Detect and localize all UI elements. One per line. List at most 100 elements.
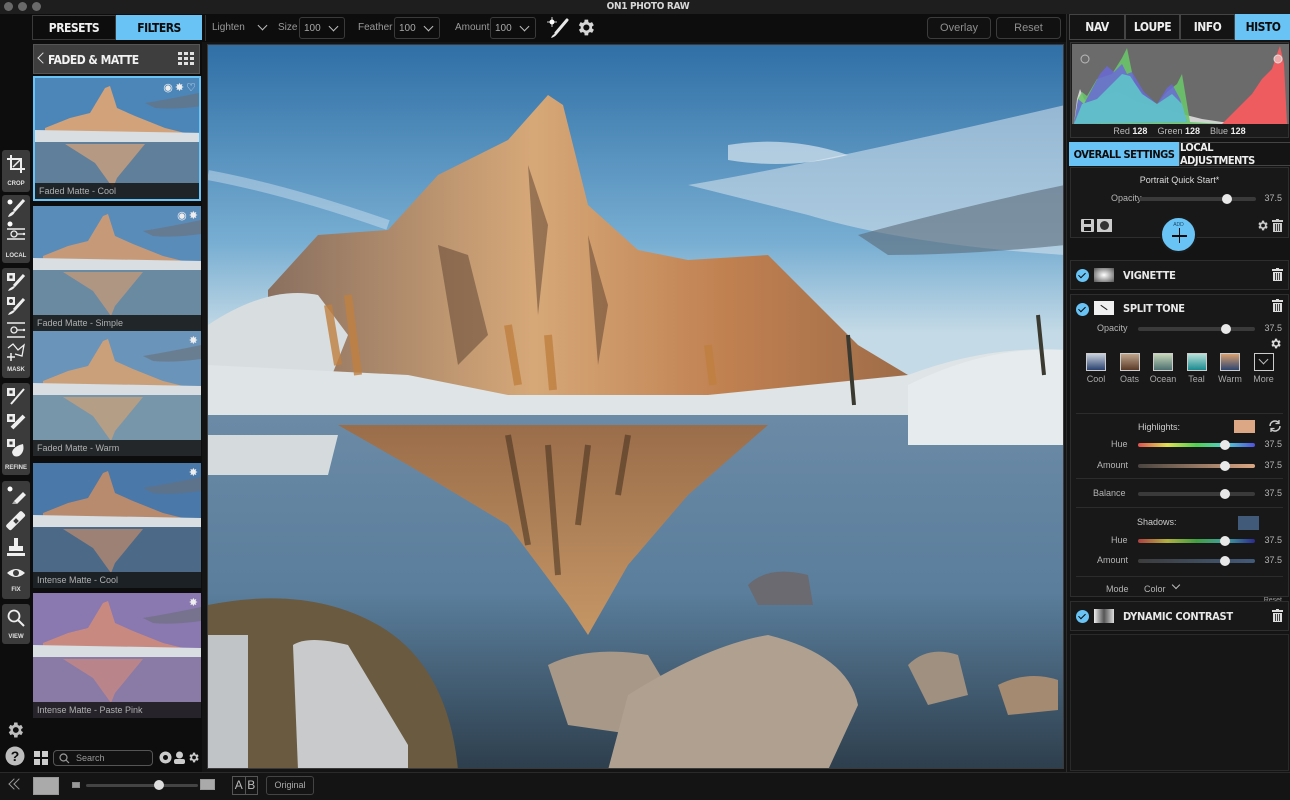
blend-mode-select[interactable]: Lighten (212, 22, 245, 33)
large-thumb-icon (200, 779, 215, 790)
highlights-hue-slider[interactable] (1138, 440, 1255, 450)
tab-overall-settings[interactable]: OVERALL SETTINGS (1069, 142, 1179, 166)
category-header[interactable]: FADED & MATTE (33, 44, 200, 74)
split-tone-preset-oats[interactable] (1119, 353, 1140, 371)
reset-button[interactable]: Reset (996, 17, 1061, 39)
preset-thumbnail[interactable]: ◉ ✸ Faded Matte - Simple (33, 206, 201, 331)
thumbnail-size-slider[interactable] (86, 780, 198, 790)
trash-icon[interactable] (1272, 268, 1283, 281)
tab-presets[interactable]: PRESETS (32, 15, 116, 40)
tab-info[interactable]: INFO (1180, 14, 1235, 40)
zoom-window-button[interactable] (32, 2, 41, 11)
tab-nav[interactable]: NAV (1069, 14, 1125, 40)
split-tone-preset-cool[interactable] (1086, 353, 1106, 371)
chevron-down-icon[interactable] (1171, 580, 1181, 590)
mode-select[interactable]: Color (1144, 584, 1166, 594)
add-filter-button[interactable]: ADD (1160, 216, 1197, 253)
tool-group-refine[interactable]: REFINE (2, 383, 30, 475)
filter-dynamic-contrast[interactable]: DYNAMIC CONTRAST (1070, 601, 1289, 631)
ab-compare-button[interactable]: A B (232, 776, 258, 795)
masking-brush-icon (7, 273, 26, 291)
slider-knob[interactable] (1219, 440, 1230, 450)
trash-icon[interactable] (1272, 609, 1283, 622)
preset-thumbnail[interactable]: ◉ ✸ ♡ Faded Matte - Cool (33, 76, 201, 201)
tool-group-mask[interactable]: MASK (2, 268, 30, 378)
single-view-button[interactable] (33, 777, 59, 795)
enable-checkbox[interactable] (1076, 303, 1089, 316)
slider-knob[interactable] (1219, 536, 1230, 546)
chevron-down-icon (519, 21, 530, 32)
preset-thumbnail[interactable]: ✸ Intense Matte - Cool (33, 463, 201, 588)
divider (1076, 507, 1283, 508)
photo-canvas[interactable] (207, 44, 1064, 769)
highlights-color-swatch[interactable] (1234, 420, 1255, 433)
tool-group-fix[interactable]: FIX (2, 481, 30, 599)
slider-knob[interactable] (153, 780, 164, 790)
gear-icon[interactable] (575, 17, 596, 38)
split-tone-preset-teal[interactable] (1186, 353, 1207, 371)
filter-vignette[interactable]: VIGNETTE (1070, 260, 1289, 290)
overall-opacity-slider[interactable] (1139, 194, 1256, 204)
preset-preview-image (33, 593, 201, 718)
filter-name: SPLIT TONE (1123, 302, 1185, 315)
slider-knob[interactable] (1219, 489, 1230, 499)
settings-gear-icon[interactable] (5, 720, 25, 740)
highlights-amount-slider[interactable] (1138, 461, 1255, 471)
minimize-window-button[interactable] (18, 2, 27, 11)
slider-knob[interactable] (1219, 556, 1230, 566)
user-presets-icon[interactable] (173, 751, 186, 764)
preset-badges: ◉ ✸ (177, 209, 198, 222)
shadows-color-swatch[interactable] (1238, 516, 1259, 530)
highlights-hue-label: Hue (1111, 439, 1128, 449)
shadows-hue-slider[interactable] (1138, 536, 1255, 546)
category-title: FADED & MATTE (48, 53, 139, 67)
slider-knob[interactable] (1221, 194, 1232, 204)
heart-icon[interactable]: ♡ (186, 81, 196, 94)
enable-checkbox[interactable] (1076, 610, 1089, 623)
grid-view-icon[interactable] (178, 52, 194, 65)
green-value: 128 (1185, 126, 1201, 136)
preset-thumbnail[interactable]: ✸ Faded Matte - Warm (33, 331, 201, 456)
slider-knob[interactable] (1220, 324, 1231, 334)
close-window-button[interactable] (4, 2, 13, 11)
tab-filters[interactable]: FILTERS (116, 15, 202, 40)
tab-loupe[interactable]: LOUPE (1125, 14, 1180, 40)
split-tone-preset-ocean[interactable] (1153, 353, 1173, 371)
save-preset-icon[interactable] (1081, 219, 1094, 232)
reset-rotate-icon[interactable] (1268, 419, 1282, 433)
settings-gear-icon[interactable] (1256, 219, 1269, 232)
shadows-amount-slider[interactable] (1138, 556, 1255, 566)
split-tone-opacity-slider[interactable] (1138, 324, 1255, 334)
enable-checkbox[interactable] (1076, 269, 1089, 282)
original-button[interactable]: Original (266, 776, 314, 795)
split-tone-preset-more[interactable] (1253, 353, 1274, 371)
size-select[interactable]: 100 (299, 17, 345, 39)
preset-icon: ✸ (174, 82, 185, 94)
balance-slider[interactable] (1138, 489, 1255, 499)
filter-browser: FADED & MATTE ◉ ✸ ♡ Faded Matte - Cool ◉ ✸ Fa… (31, 42, 202, 772)
tool-group-crop[interactable]: CROP (2, 150, 30, 192)
help-icon[interactable]: ? (5, 746, 25, 766)
trash-icon[interactable] (1272, 219, 1283, 232)
split-tone-preset-warm[interactable] (1220, 353, 1240, 371)
tool-group-local[interactable]: LOCAL (2, 195, 30, 263)
overlay-button[interactable]: Overlay (927, 17, 991, 39)
preset-gear-icon[interactable] (187, 751, 200, 764)
feather-select[interactable]: 100 (394, 17, 440, 39)
slider-knob[interactable] (1219, 461, 1230, 471)
trash-icon[interactable] (1272, 299, 1283, 312)
settings-gear-icon[interactable] (1269, 337, 1282, 350)
tab-histo[interactable]: HISTO (1235, 14, 1290, 40)
split-tone-preset-label: Ocean (1149, 374, 1177, 384)
mask-icon[interactable] (1097, 219, 1112, 232)
grid-toggle-icon[interactable] (34, 751, 48, 765)
tab-local-adjustments[interactable]: LOCAL ADJUSTMENTS (1179, 141, 1290, 167)
amount-select[interactable]: 100 (490, 17, 536, 39)
tool-group-view[interactable]: VIEW (2, 604, 30, 644)
brush-icon[interactable] (547, 17, 569, 39)
shadows-hue-label: Hue (1111, 535, 1128, 545)
preset-icon: ✸ (188, 597, 198, 609)
back-chevron-icon[interactable] (37, 52, 49, 64)
filter-type-icon[interactable] (159, 751, 172, 764)
preset-thumbnail[interactable]: ✸ Intense Matte - Paste Pink (33, 593, 201, 718)
